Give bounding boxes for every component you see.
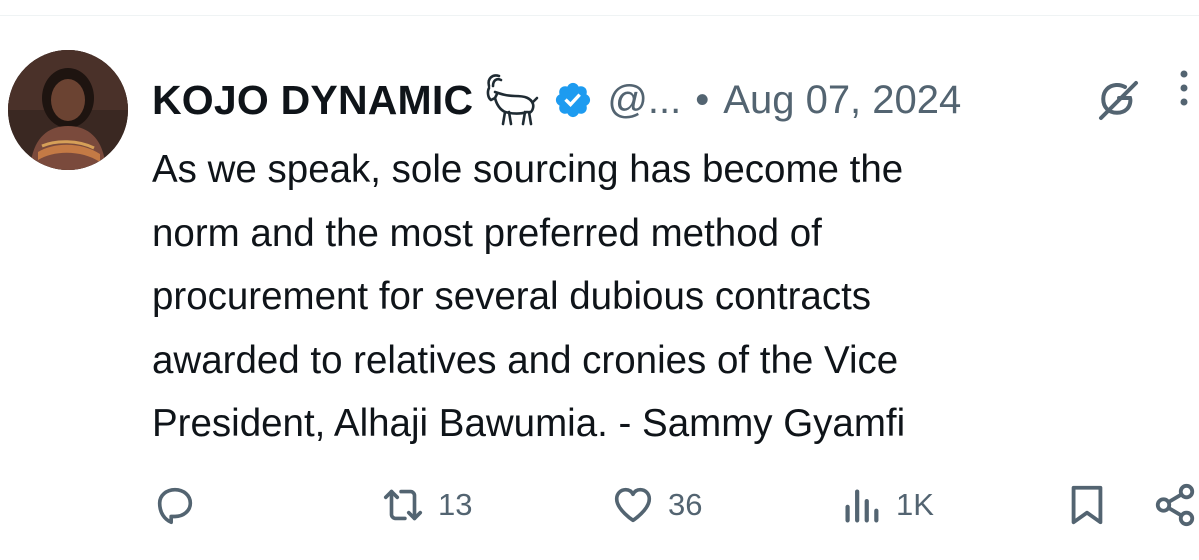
verified-badge-icon[interactable] <box>553 80 593 120</box>
reply-icon <box>157 487 193 525</box>
goat-icon <box>481 72 541 128</box>
grok-icon[interactable] <box>1092 74 1142 124</box>
retweet-button[interactable]: 13 <box>380 480 472 530</box>
tweet-text: As we speak, sole sourcing has become th… <box>152 148 906 445</box>
author-display-name[interactable]: KOJO DYNAMIC <box>152 77 473 124</box>
tweet-header: KOJO DYNAMIC @... • Aug 07, 2024 <box>152 72 1162 128</box>
views-button[interactable]: 1K <box>838 480 934 530</box>
share-icon <box>1155 483 1195 527</box>
separator-dot: • <box>695 77 710 122</box>
bookmark-icon <box>1071 485 1103 525</box>
retweet-count: 13 <box>438 487 473 522</box>
bookmark-button[interactable] <box>1064 480 1110 530</box>
retweet-icon <box>383 489 423 521</box>
like-count: 36 <box>668 487 703 522</box>
top-divider <box>0 15 1199 16</box>
more-options-icon[interactable] <box>1176 66 1192 114</box>
share-button[interactable] <box>1152 480 1198 530</box>
tweet-timestamp[interactable]: Aug 07, 2024 <box>723 78 961 123</box>
reply-button[interactable] <box>152 480 210 530</box>
views-count: 1K <box>896 487 934 522</box>
heart-icon <box>614 487 652 523</box>
avatar[interactable] <box>8 50 128 170</box>
views-chart-icon <box>845 489 879 523</box>
like-button[interactable]: 36 <box>610 480 702 530</box>
author-handle[interactable]: @... <box>607 78 681 123</box>
